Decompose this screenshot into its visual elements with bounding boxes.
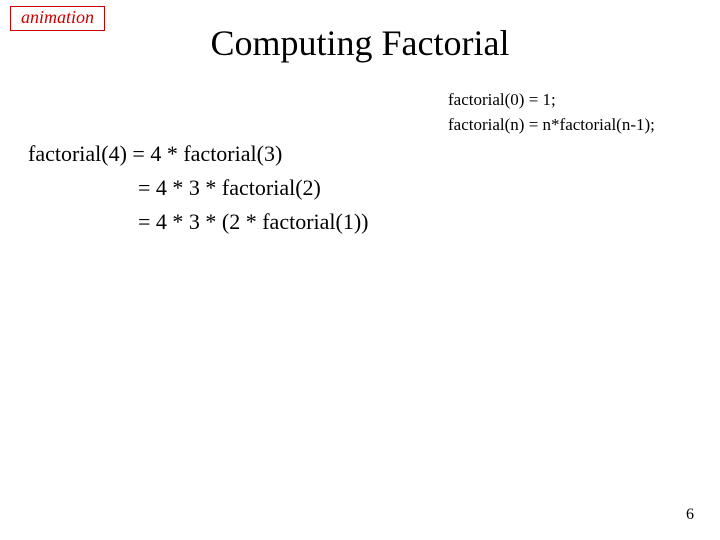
step-line-2: = 4 * 3 * factorial(2): [28, 171, 369, 205]
factorial-definition: factorial(0) = 1; factorial(n) = n*facto…: [448, 88, 655, 137]
step-line-1: factorial(4) = 4 * factorial(3): [28, 137, 369, 171]
page-number: 6: [686, 506, 694, 524]
slide-title: Computing Factorial: [0, 22, 720, 64]
definition-line-2: factorial(n) = n*factorial(n-1);: [448, 113, 655, 138]
definition-line-1: factorial(0) = 1;: [448, 88, 655, 113]
expansion-steps: factorial(4) = 4 * factorial(3) = 4 * 3 …: [28, 137, 369, 239]
step-line-3: = 4 * 3 * (2 * factorial(1)): [28, 205, 369, 239]
